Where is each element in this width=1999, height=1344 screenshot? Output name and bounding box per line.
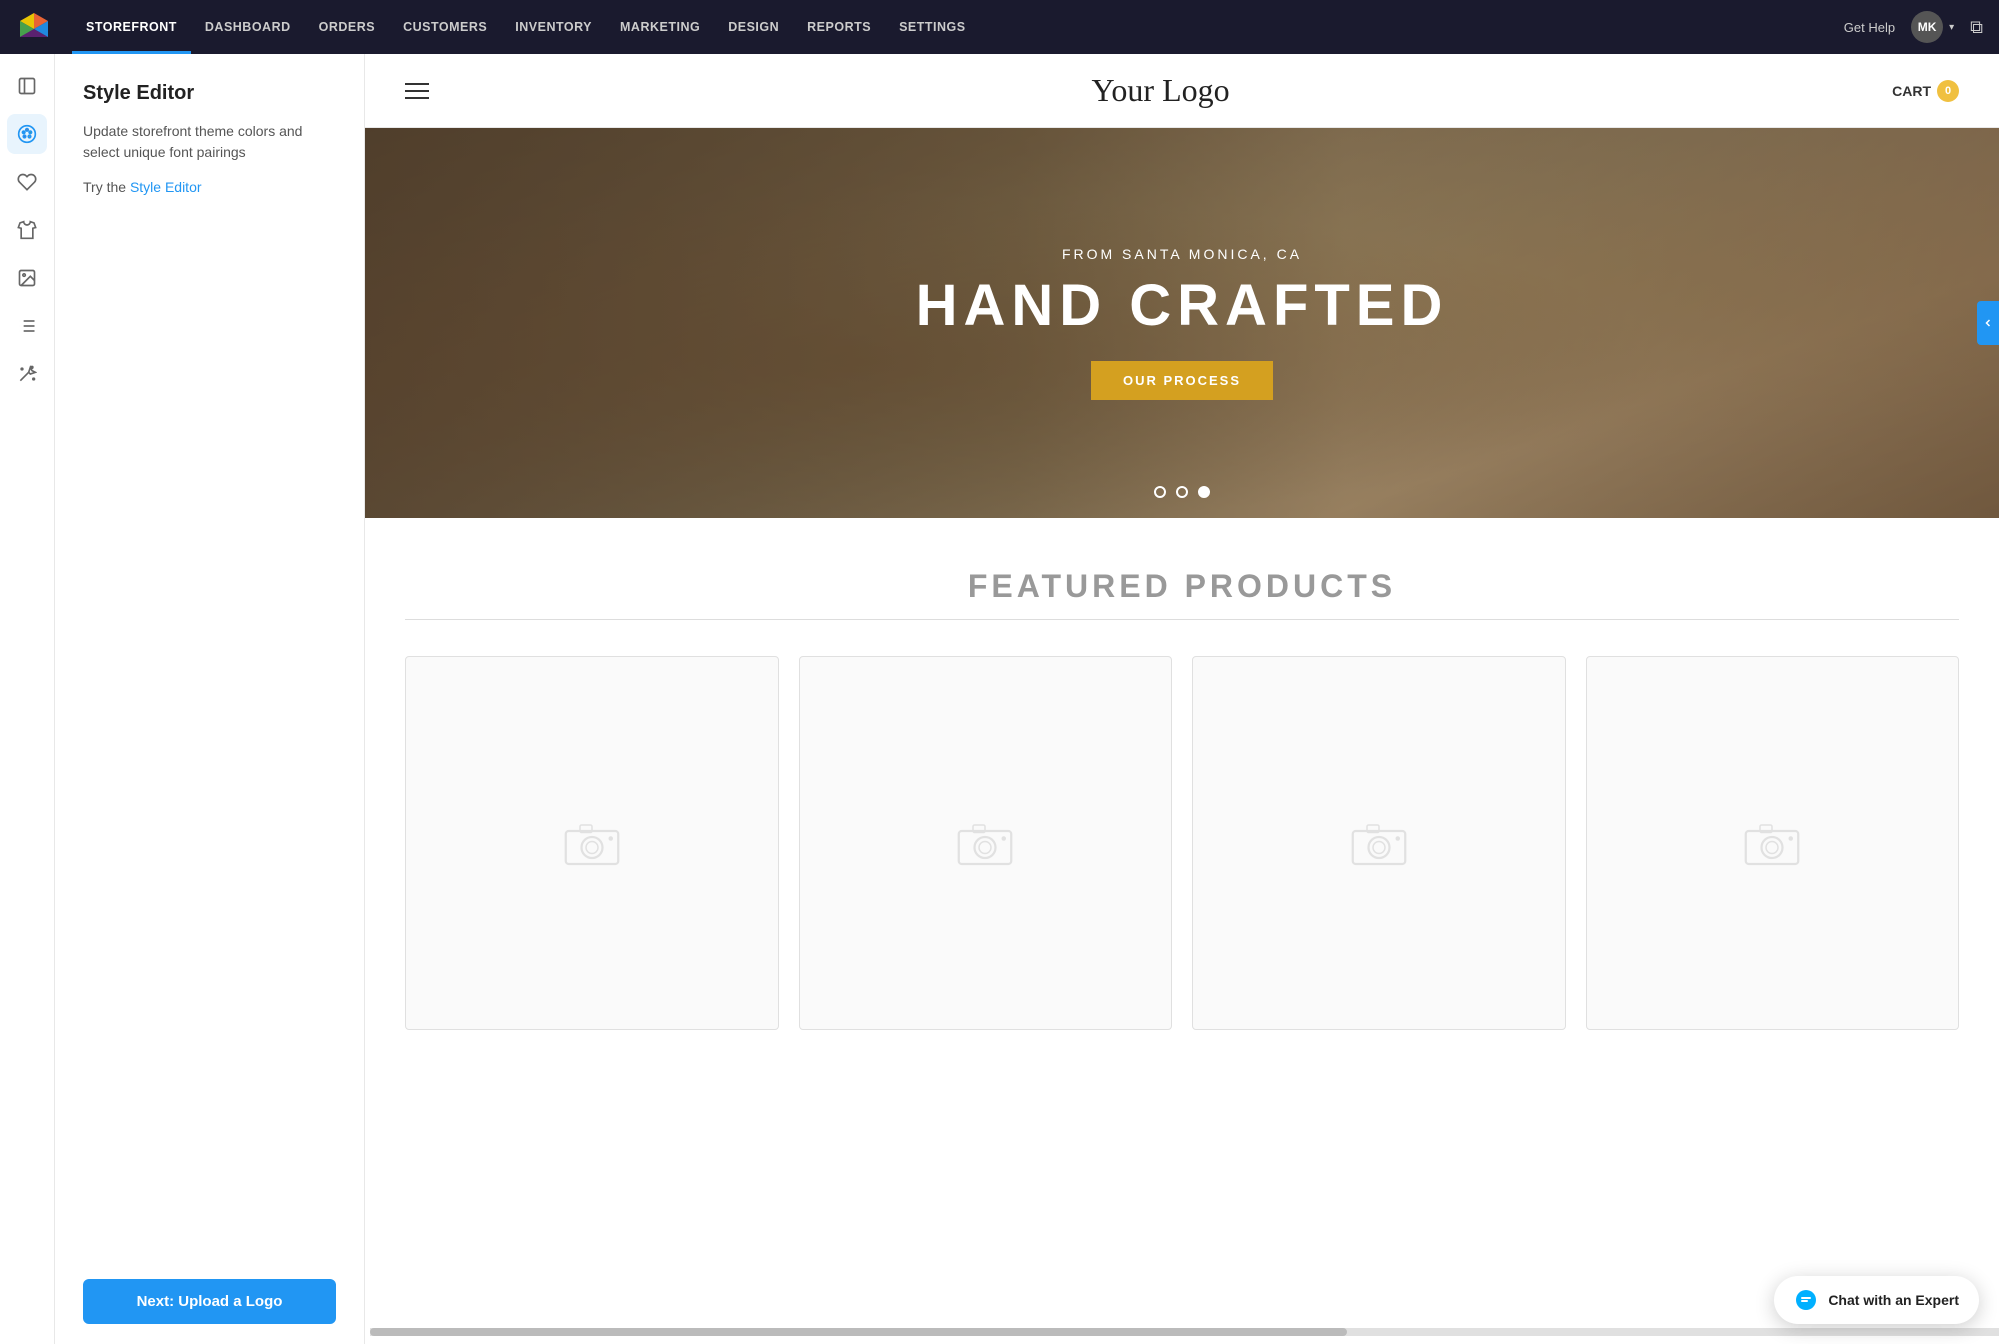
external-link-icon[interactable]: ⧉ (1970, 17, 1983, 38)
product-placeholder-icon-3 (1349, 818, 1409, 868)
store-logo: Your Logo (1092, 72, 1230, 109)
product-card-4[interactable] (1586, 656, 1960, 1030)
main-layout: Style Editor Update storefront theme col… (0, 54, 1999, 1344)
nav-reports[interactable]: REPORTS (793, 0, 885, 54)
cart-badge: 0 (1937, 80, 1959, 102)
hamburger-icon[interactable] (405, 83, 429, 99)
hero-dot-2[interactable] (1176, 486, 1188, 498)
user-avatar[interactable]: MK (1911, 11, 1943, 43)
chat-widget[interactable]: Chat with an Expert (1774, 1276, 1979, 1324)
user-chevron-icon: ▾ (1949, 22, 1954, 33)
nav-customers[interactable]: CUSTOMERS (389, 0, 501, 54)
featured-products-title: FEATURED PRODUCTS (405, 568, 1959, 605)
product-card-3[interactable] (1192, 656, 1566, 1030)
product-card-1[interactable] (405, 656, 779, 1030)
hero-cta-button[interactable]: OUR PROCESS (1091, 361, 1273, 400)
collapse-preview-button[interactable] (1977, 301, 1999, 345)
top-nav: STOREFRONT DASHBOARD ORDERS CUSTOMERS IN… (0, 0, 1999, 54)
nav-items: STOREFRONT DASHBOARD ORDERS CUSTOMERS IN… (72, 0, 1844, 54)
scrollbar-area[interactable] (370, 1328, 1999, 1336)
product-placeholder-icon-1 (562, 818, 622, 868)
style-editor-content: Style Editor Update storefront theme col… (83, 82, 336, 195)
storefront-header: Your Logo CART 0 (365, 54, 1999, 128)
sidebar-list-icon[interactable] (7, 306, 47, 346)
nav-dashboard[interactable]: DASHBOARD (191, 0, 305, 54)
get-help-link[interactable]: Get Help (1844, 20, 1895, 35)
products-grid (405, 656, 1959, 1030)
style-editor-panel: Style Editor Update storefront theme col… (55, 54, 365, 1344)
nav-marketing[interactable]: MARKETING (606, 0, 714, 54)
sidebar-heart-icon[interactable] (7, 162, 47, 202)
product-card-2[interactable] (799, 656, 1173, 1030)
hero-dot-1[interactable] (1154, 486, 1166, 498)
style-editor-try: Try the Style Editor (83, 179, 336, 195)
chat-logo-icon (1794, 1288, 1818, 1312)
style-editor-title: Style Editor (83, 82, 336, 105)
preview-area: 📌 Your Logo CART 0 FROM SANTA M (365, 54, 1999, 1344)
nav-right: Get Help MK ▾ ⧉ (1844, 11, 1983, 43)
cart-area[interactable]: CART 0 (1892, 80, 1959, 102)
hero-banner: FROM SANTA MONICA, CA HAND CRAFTED OUR P… (365, 128, 1999, 518)
nav-orders[interactable]: ORDERS (305, 0, 389, 54)
nav-settings[interactable]: SETTINGS (885, 0, 980, 54)
hero-dot-3[interactable] (1198, 486, 1210, 498)
nav-storefront[interactable]: STOREFRONT (72, 0, 191, 54)
sidebar-image-icon[interactable] (7, 258, 47, 298)
sidebar-pages-icon[interactable] (7, 66, 47, 106)
featured-section: FEATURED PRODUCTS (365, 518, 1999, 1060)
hero-title: HAND CRAFTED (916, 274, 1449, 338)
product-placeholder-icon-4 (1742, 818, 1802, 868)
nav-design[interactable]: DESIGN (714, 0, 793, 54)
chat-label: Chat with an Expert (1828, 1292, 1959, 1308)
next-upload-logo-button[interactable]: Next: Upload a Logo (83, 1279, 336, 1324)
sidebar-palette-icon[interactable] (7, 114, 47, 154)
hero-subtitle: FROM SANTA MONICA, CA (916, 246, 1449, 262)
app-logo[interactable] (16, 9, 52, 45)
sidebar-wand-icon[interactable] (7, 354, 47, 394)
scrollbar-thumb[interactable] (370, 1328, 1347, 1336)
featured-divider (405, 619, 1959, 620)
style-editor-desc: Update storefront theme colors and selec… (83, 121, 336, 163)
sidebar-icons (0, 54, 55, 1344)
hero-dots (1154, 486, 1210, 498)
style-editor-link[interactable]: Style Editor (130, 179, 202, 195)
cart-label: CART (1892, 83, 1931, 99)
user-menu[interactable]: MK ▾ (1911, 11, 1954, 43)
product-placeholder-icon-2 (955, 818, 1015, 868)
nav-inventory[interactable]: INVENTORY (501, 0, 606, 54)
hero-content: FROM SANTA MONICA, CA HAND CRAFTED OUR P… (916, 246, 1449, 401)
sidebar-tshirt-icon[interactable] (7, 210, 47, 250)
